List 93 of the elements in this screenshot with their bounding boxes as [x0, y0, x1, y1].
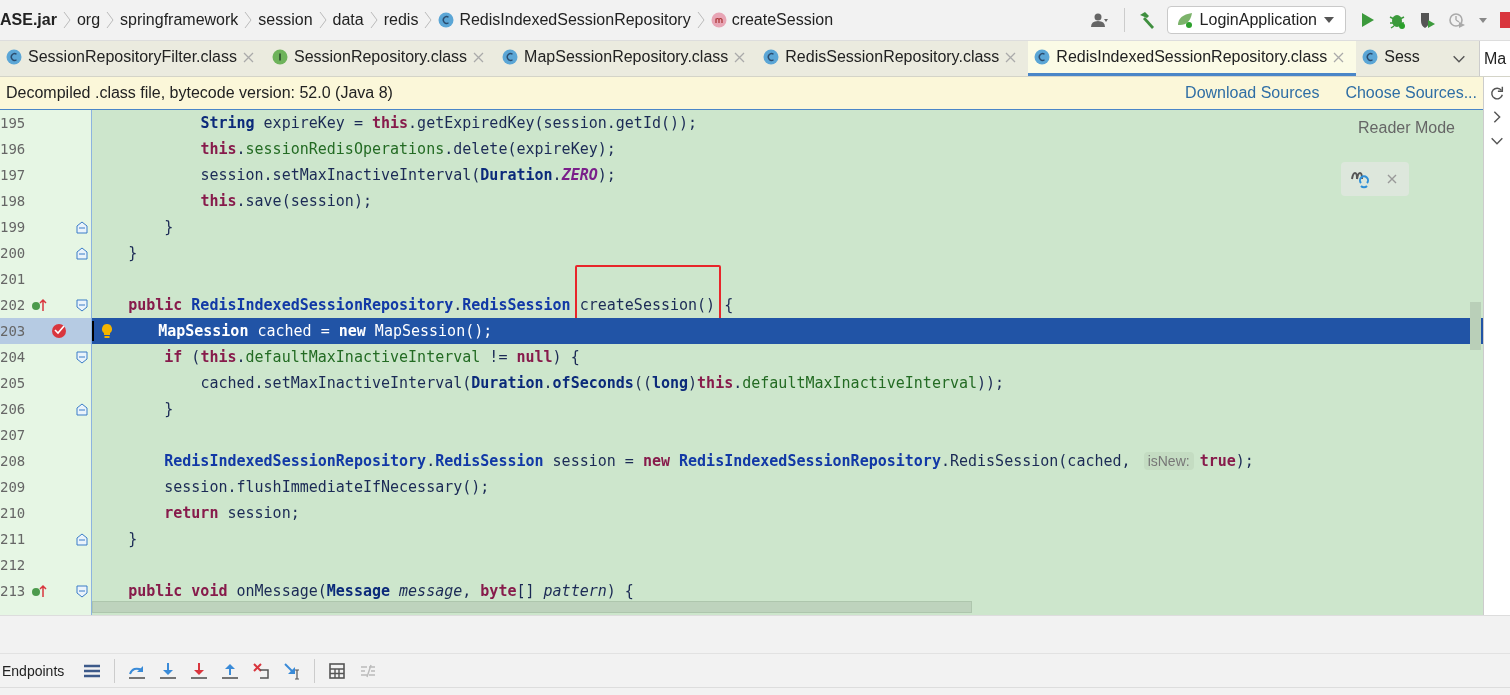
line-number: 211 — [0, 531, 27, 547]
close-icon[interactable] — [242, 51, 254, 63]
code-line: this.save(session); — [200, 192, 372, 210]
line-number: 198 — [0, 193, 27, 209]
line-number: 205 — [0, 375, 27, 391]
code-line: return session; — [164, 504, 300, 522]
scrollbar-thumb[interactable] — [1470, 302, 1481, 350]
profiler-icon[interactable] — [1448, 11, 1466, 29]
editor-tab[interactable]: RedisIndexedSessionRepository.class — [1028, 41, 1357, 76]
line-number: 206 — [0, 401, 27, 417]
method-icon — [710, 12, 727, 28]
shield-run-icon[interactable] — [1418, 11, 1436, 29]
class-icon — [502, 49, 519, 65]
run-configuration-dropdown[interactable]: LoginApplication — [1166, 6, 1346, 34]
code-line: session.setMaxInactiveInterval(Duration.ZERO); — [200, 166, 616, 184]
lightbulb-icon[interactable] — [100, 323, 114, 339]
line-number: 195 — [0, 115, 27, 131]
editor-tab[interactable]: Sess — [1356, 41, 1432, 76]
code-line: } — [128, 530, 138, 548]
line-number: 209 — [0, 479, 27, 495]
code-line: MapSession cached = new MapSession(); — [158, 322, 493, 340]
breakpoint-icon[interactable] — [51, 322, 69, 340]
fold-icon[interactable] — [75, 531, 90, 547]
editor-tab[interactable]: MapSessionRepository.class — [496, 41, 758, 76]
class-icon — [763, 49, 780, 65]
class-icon — [1034, 49, 1051, 65]
spring-leaf-icon — [1175, 11, 1194, 29]
line-number: 200 — [0, 245, 27, 261]
class-icon — [438, 12, 455, 28]
class-icon — [6, 49, 22, 65]
breadcrumb-item[interactable]: ASE.jar — [0, 11, 61, 29]
code-line: String expireKey = this.getExpiredKey(session.getId()); — [200, 114, 698, 132]
breadcrumb-item[interactable]: redis — [379, 11, 423, 29]
force-step-into-icon[interactable] — [190, 661, 209, 680]
scrollbar-thumb[interactable] — [92, 601, 972, 613]
code-line: session.flushImmediateIfNecessary(); — [164, 478, 490, 496]
fold-icon[interactable] — [75, 401, 90, 417]
breadcrumb-item[interactable]: org — [72, 11, 105, 29]
fold-icon[interactable] — [75, 245, 90, 261]
run-to-cursor-icon[interactable] — [283, 661, 302, 680]
editor-tab[interactable]: RedisSessionRepository.class — [757, 41, 1029, 76]
step-into-icon[interactable] — [159, 661, 178, 680]
calculator-icon[interactable] — [328, 661, 347, 680]
close-icon[interactable] — [1385, 172, 1399, 186]
line-number: 210 — [0, 505, 27, 521]
step-out-icon[interactable] — [221, 661, 240, 680]
banner-link[interactable]: Choose Sources... — [1345, 84, 1477, 102]
line-number: 202 — [0, 297, 27, 313]
fold-icon[interactable] — [75, 297, 90, 313]
refresh-icon[interactable] — [1489, 85, 1505, 101]
close-icon[interactable] — [473, 51, 485, 63]
line-number: 213 — [0, 583, 27, 599]
line-number: 201 — [0, 271, 27, 287]
class-icon — [1362, 49, 1379, 65]
drop-frame-icon[interactable] — [252, 661, 271, 680]
reader-mode-button[interactable]: Reader Mode — [1352, 118, 1461, 138]
caret-icon[interactable] — [1478, 15, 1488, 25]
line-number: 212 — [0, 557, 27, 573]
code-line: public void onMessage(Message message, byte[] pattern) { — [128, 582, 634, 600]
fold-icon[interactable] — [75, 349, 90, 365]
close-icon[interactable] — [1005, 51, 1017, 63]
banner-link[interactable]: Download Sources — [1185, 84, 1320, 102]
close-icon[interactable] — [734, 51, 746, 63]
code-line: cached.setMaxInactiveInterval(Duration.ofSeconds((long)this.defaultMaxInactiveInterval)); — [200, 374, 1005, 392]
breadcrumb-item[interactable]: springframework — [116, 11, 243, 29]
implements-icon[interactable] — [31, 582, 49, 600]
panel-label: Endpoints — [2, 662, 65, 679]
code-line: RedisIndexedSessionRepository.RedisSession session = new RedisIndexedSessionRepository.RedisSession(cached, isNew: true); — [164, 452, 1254, 470]
close-icon[interactable] — [1333, 51, 1345, 63]
fold-icon[interactable] — [75, 583, 90, 599]
breadcrumb-item[interactable]: session — [254, 11, 317, 29]
breadcrumb-item[interactable]: data — [328, 11, 368, 29]
line-number: 197 — [0, 167, 27, 183]
line-number: 204 — [0, 349, 27, 365]
implements-icon[interactable] — [31, 296, 49, 314]
interface-icon — [271, 49, 288, 65]
code-line: this.sessionRedisOperations.delete(expireKey); — [200, 140, 616, 158]
fold-icon[interactable] — [75, 219, 90, 235]
code-line: } — [128, 244, 138, 262]
line-number: 199 — [0, 219, 27, 235]
editor-tab[interactable]: SessionRepositoryFilter.class — [0, 41, 266, 76]
line-number: 203 — [0, 323, 27, 339]
line-number: 196 — [0, 141, 27, 157]
code-line: } — [164, 218, 174, 236]
line-number: 208 — [0, 453, 27, 469]
code-line: if (this.defaultMaxInactiveInterval != null) { — [164, 348, 580, 366]
breadcrumb-item[interactable]: RedisIndexedSessionRepository — [434, 11, 695, 29]
editor-tab[interactable]: SessionRepository.class — [265, 41, 497, 76]
line-number: 207 — [0, 427, 27, 443]
banner-text: Decompiled .class file, bytecode version: 52.0 (Java 8) — [6, 84, 394, 102]
breadcrumb-item[interactable]: createSession — [706, 11, 838, 29]
code-line: } — [164, 400, 174, 418]
maven-reload-icon[interactable] — [1349, 169, 1371, 189]
